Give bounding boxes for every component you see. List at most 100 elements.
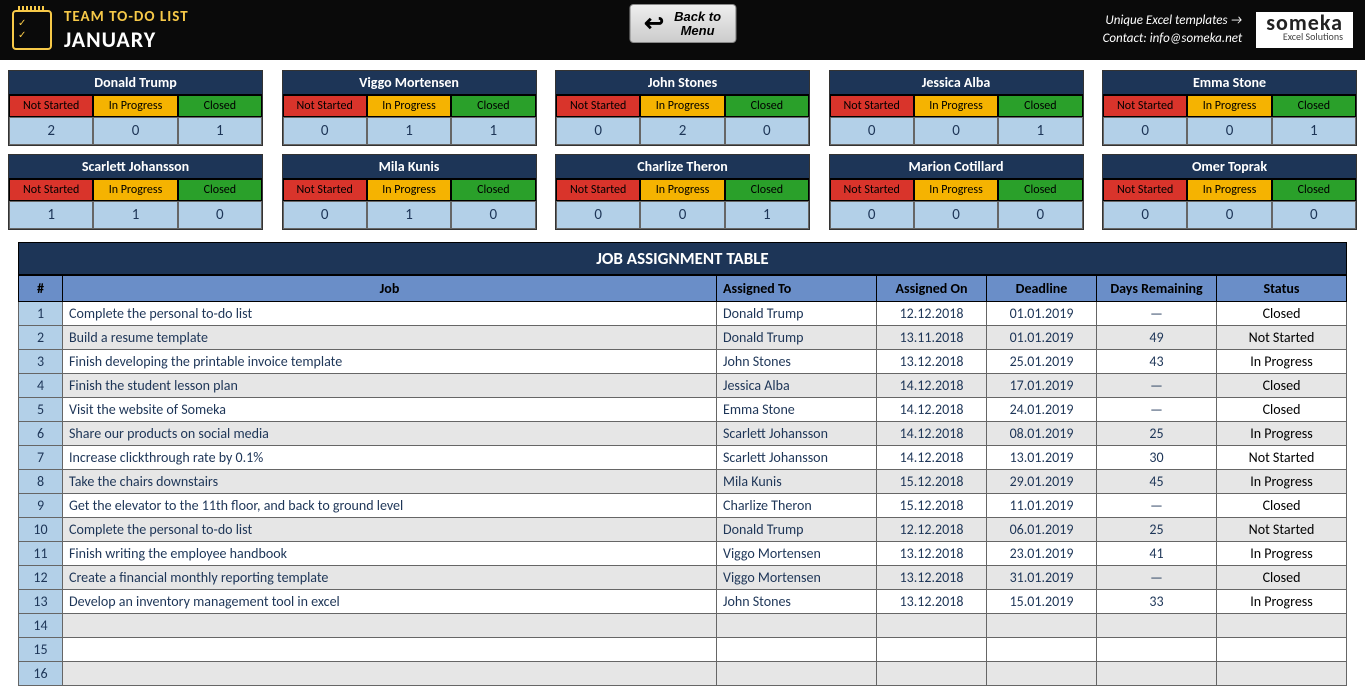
cell-status[interactable]: In Progress bbox=[1217, 422, 1347, 446]
cell-job[interactable]: Create a financial monthly reporting tem… bbox=[63, 566, 717, 590]
cell-assigned-on[interactable]: 13.12.2018 bbox=[877, 566, 987, 590]
cell-status[interactable] bbox=[1217, 662, 1347, 686]
cell-job[interactable]: Finish the student lesson plan bbox=[63, 374, 717, 398]
cell-status[interactable]: Closed bbox=[1217, 398, 1347, 422]
cell-deadline[interactable] bbox=[987, 638, 1097, 662]
cell-job[interactable]: Increase clickthrough rate by 0.1% bbox=[63, 446, 717, 470]
cell-job[interactable]: Take the chairs downstairs bbox=[63, 470, 717, 494]
table-row[interactable]: 15 bbox=[19, 638, 1347, 662]
cell-deadline[interactable]: 11.01.2019 bbox=[987, 494, 1097, 518]
table-row[interactable]: 10Complete the personal to-do listDonald… bbox=[19, 518, 1347, 542]
cell-deadline[interactable]: 24.01.2019 bbox=[987, 398, 1097, 422]
cell-deadline[interactable] bbox=[987, 662, 1097, 686]
cell-job[interactable]: Visit the website of Someka bbox=[63, 398, 717, 422]
cell-assigned-on[interactable]: 15.12.2018 bbox=[877, 494, 987, 518]
cell-deadline[interactable]: 06.01.2019 bbox=[987, 518, 1097, 542]
cell-deadline[interactable]: 13.01.2019 bbox=[987, 446, 1097, 470]
table-row[interactable]: 8Take the chairs downstairsMila Kunis15.… bbox=[19, 470, 1347, 494]
cell-assigned-to[interactable] bbox=[717, 614, 877, 638]
cell-assigned-to[interactable]: Scarlett Johansson bbox=[717, 422, 877, 446]
cell-assigned-to[interactable]: Donald Trump bbox=[717, 302, 877, 326]
cell-status[interactable]: Closed bbox=[1217, 374, 1347, 398]
table-row[interactable]: 6Share our products on social mediaScarl… bbox=[19, 422, 1347, 446]
cell-status[interactable]: Closed bbox=[1217, 302, 1347, 326]
cell-job[interactable] bbox=[63, 614, 717, 638]
cell-assigned-to[interactable]: Jessica Alba bbox=[717, 374, 877, 398]
cell-status[interactable] bbox=[1217, 614, 1347, 638]
cell-assigned-to[interactable]: John Stones bbox=[717, 350, 877, 374]
cell-deadline[interactable]: 23.01.2019 bbox=[987, 542, 1097, 566]
cell-deadline[interactable]: 29.01.2019 bbox=[987, 470, 1097, 494]
cell-deadline[interactable]: 01.01.2019 bbox=[987, 326, 1097, 350]
brand-logo[interactable]: someka Excel Solutions bbox=[1256, 12, 1353, 48]
cell-status[interactable]: In Progress bbox=[1217, 590, 1347, 614]
cell-assigned-to[interactable]: John Stones bbox=[717, 590, 877, 614]
cell-assigned-on[interactable]: 13.12.2018 bbox=[877, 542, 987, 566]
cell-status[interactable]: In Progress bbox=[1217, 470, 1347, 494]
cell-assigned-to[interactable]: Viggo Mortensen bbox=[717, 566, 877, 590]
cell-assigned-to[interactable]: Viggo Mortensen bbox=[717, 542, 877, 566]
cell-deadline[interactable]: 25.01.2019 bbox=[987, 350, 1097, 374]
cell-job[interactable]: Develop an inventory management tool in … bbox=[63, 590, 717, 614]
table-row[interactable]: 7Increase clickthrough rate by 0.1%Scarl… bbox=[19, 446, 1347, 470]
cell-assigned-to[interactable] bbox=[717, 638, 877, 662]
cell-job[interactable]: Complete the personal to-do list bbox=[63, 302, 717, 326]
table-row[interactable]: 4Finish the student lesson planJessica A… bbox=[19, 374, 1347, 398]
table-row[interactable]: 2Build a resume templateDonald Trump13.1… bbox=[19, 326, 1347, 350]
cell-assigned-on[interactable] bbox=[877, 662, 987, 686]
cell-job[interactable]: Share our products on social media bbox=[63, 422, 717, 446]
table-row[interactable]: 1Complete the personal to-do listDonald … bbox=[19, 302, 1347, 326]
cell-job[interactable]: Finish developing the printable invoice … bbox=[63, 350, 717, 374]
table-row[interactable]: 12Create a financial monthly reporting t… bbox=[19, 566, 1347, 590]
cell-job[interactable]: Get the elevator to the 11th floor, and … bbox=[63, 494, 717, 518]
cell-job[interactable] bbox=[63, 662, 717, 686]
table-row[interactable]: 11Finish writing the employee handbookVi… bbox=[19, 542, 1347, 566]
cell-job[interactable]: Finish writing the employee handbook bbox=[63, 542, 717, 566]
table-row[interactable]: 14 bbox=[19, 614, 1347, 638]
table-row[interactable]: 16 bbox=[19, 662, 1347, 686]
cell-assigned-on[interactable]: 13.12.2018 bbox=[877, 590, 987, 614]
cell-assigned-to[interactable]: Donald Trump bbox=[717, 518, 877, 542]
cell-deadline[interactable] bbox=[987, 614, 1097, 638]
cell-job[interactable]: Build a resume template bbox=[63, 326, 717, 350]
cell-status[interactable] bbox=[1217, 638, 1347, 662]
cell-status[interactable]: In Progress bbox=[1217, 542, 1347, 566]
cell-deadline[interactable]: 31.01.2019 bbox=[987, 566, 1097, 590]
cell-assigned-on[interactable]: 13.12.2018 bbox=[877, 350, 987, 374]
cell-assigned-on[interactable] bbox=[877, 638, 987, 662]
cell-assigned-to[interactable] bbox=[717, 662, 877, 686]
cell-status[interactable]: Closed bbox=[1217, 494, 1347, 518]
cell-assigned-on[interactable]: 14.12.2018 bbox=[877, 446, 987, 470]
cell-assigned-on[interactable]: 12.12.2018 bbox=[877, 518, 987, 542]
cell-assigned-on[interactable] bbox=[877, 614, 987, 638]
table-row[interactable]: 9Get the elevator to the 11th floor, and… bbox=[19, 494, 1347, 518]
cell-status[interactable]: In Progress bbox=[1217, 350, 1347, 374]
table-row[interactable]: 13Develop an inventory management tool i… bbox=[19, 590, 1347, 614]
table-row[interactable]: 5Visit the website of SomekaEmma Stone14… bbox=[19, 398, 1347, 422]
cell-status[interactable]: Not Started bbox=[1217, 326, 1347, 350]
cell-job[interactable] bbox=[63, 638, 717, 662]
cell-status[interactable]: Closed bbox=[1217, 566, 1347, 590]
back-to-menu-button[interactable]: ↩ Back to Menu bbox=[629, 4, 736, 43]
cell-deadline[interactable]: 01.01.2019 bbox=[987, 302, 1097, 326]
cell-assigned-to[interactable]: Charlize Theron bbox=[717, 494, 877, 518]
cell-assigned-to[interactable]: Mila Kunis bbox=[717, 470, 877, 494]
cell-assigned-on[interactable]: 15.12.2018 bbox=[877, 470, 987, 494]
cell-assigned-on[interactable]: 14.12.2018 bbox=[877, 422, 987, 446]
cell-assigned-on[interactable]: 14.12.2018 bbox=[877, 398, 987, 422]
cell-assigned-to[interactable]: Emma Stone bbox=[717, 398, 877, 422]
cell-assigned-to[interactable]: Donald Trump bbox=[717, 326, 877, 350]
templates-link[interactable]: Unique Excel templates → bbox=[1105, 13, 1242, 28]
cell-assigned-on[interactable]: 12.12.2018 bbox=[877, 302, 987, 326]
cell-assigned-to[interactable]: Scarlett Johansson bbox=[717, 446, 877, 470]
cell-deadline[interactable]: 17.01.2019 bbox=[987, 374, 1097, 398]
cell-status[interactable]: Not Started bbox=[1217, 446, 1347, 470]
table-row[interactable]: 3Finish developing the printable invoice… bbox=[19, 350, 1347, 374]
cell-deadline[interactable]: 15.01.2019 bbox=[987, 590, 1097, 614]
cell-job[interactable]: Complete the personal to-do list bbox=[63, 518, 717, 542]
cell-assigned-on[interactable]: 14.12.2018 bbox=[877, 374, 987, 398]
checklist-icon bbox=[12, 10, 52, 50]
cell-status[interactable]: Not Started bbox=[1217, 518, 1347, 542]
cell-deadline[interactable]: 08.01.2019 bbox=[987, 422, 1097, 446]
cell-assigned-on[interactable]: 13.11.2018 bbox=[877, 326, 987, 350]
